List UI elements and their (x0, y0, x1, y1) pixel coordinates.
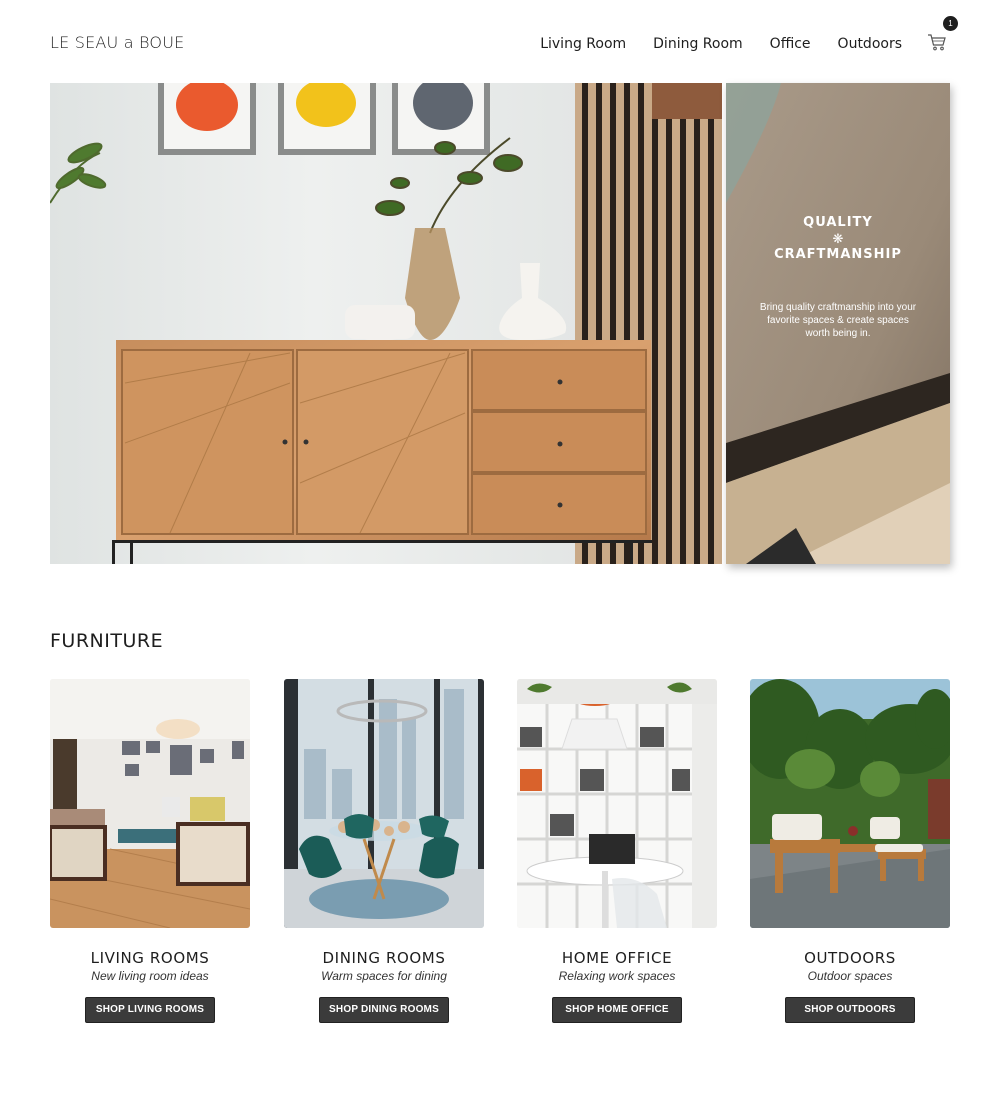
living-rooms-image[interactable] (50, 679, 250, 928)
card-title: DINING ROOMS (322, 949, 446, 967)
shop-home-office-button[interactable]: SHOP HOME OFFICE (552, 997, 682, 1023)
cart-icon[interactable] (927, 32, 947, 52)
promo-body: Bring quality craftmanship into your fav… (759, 302, 917, 339)
section-title-furniture: FURNITURE (50, 630, 164, 652)
card-subtitle: New living room ideas (91, 969, 209, 983)
card-subtitle: Outdoor spaces (807, 969, 893, 983)
shop-living-rooms-button[interactable]: SHOP LIVING ROOMS (85, 997, 215, 1023)
site-header: LE SEAU a BOUE Living Room Dining Room O… (0, 0, 1000, 82)
dining-rooms-image[interactable] (284, 679, 484, 928)
home-office-image[interactable] (517, 679, 717, 928)
nav-outdoors[interactable]: Outdoors (838, 36, 902, 52)
promo-title-line1: QUALITY (803, 215, 873, 230)
promo-text: QUALITY ❋ CRAFTMANSHIP Bring quality cra… (726, 215, 950, 340)
card-subtitle: Relaxing work spaces (558, 969, 676, 983)
card-title: HOME OFFICE (561, 949, 673, 967)
main-nav: Living Room Dining Room Office Outdoors (540, 36, 902, 52)
card-home-office: HOME OFFICE Relaxing work spaces SHOP HO… (517, 679, 717, 1023)
promo-panel[interactable]: QUALITY ❋ CRAFTMANSHIP Bring quality cra… (726, 83, 950, 564)
card-outdoors: OUTDOORS Outdoor spaces SHOP OUTDOORS (750, 679, 950, 1023)
outdoors-image[interactable] (750, 679, 950, 928)
nav-office[interactable]: Office (770, 36, 811, 52)
shop-outdoors-button[interactable]: SHOP OUTDOORS (785, 997, 915, 1023)
site-logo[interactable]: LE SEAU a BOUE (50, 33, 184, 52)
card-title: LIVING ROOMS (90, 949, 210, 967)
card-dining-rooms: DINING ROOMS Warm spaces for dining SHOP… (284, 679, 484, 1023)
promo-title-line2: CRAFTMANSHIP (774, 247, 902, 262)
card-title: OUTDOORS (804, 949, 896, 967)
nav-living-room[interactable]: Living Room (540, 36, 626, 52)
nav-dining-room[interactable]: Dining Room (653, 36, 743, 52)
cart-count-badge: 1 (943, 16, 958, 31)
card-living-rooms: LIVING ROOMS New living room ideas SHOP … (50, 679, 250, 1023)
promo-star-icon: ❋ (832, 231, 844, 246)
card-subtitle: Warm spaces for dining (321, 969, 447, 983)
shop-dining-rooms-button[interactable]: SHOP DINING ROOMS (319, 997, 449, 1023)
hero-image (50, 83, 722, 564)
